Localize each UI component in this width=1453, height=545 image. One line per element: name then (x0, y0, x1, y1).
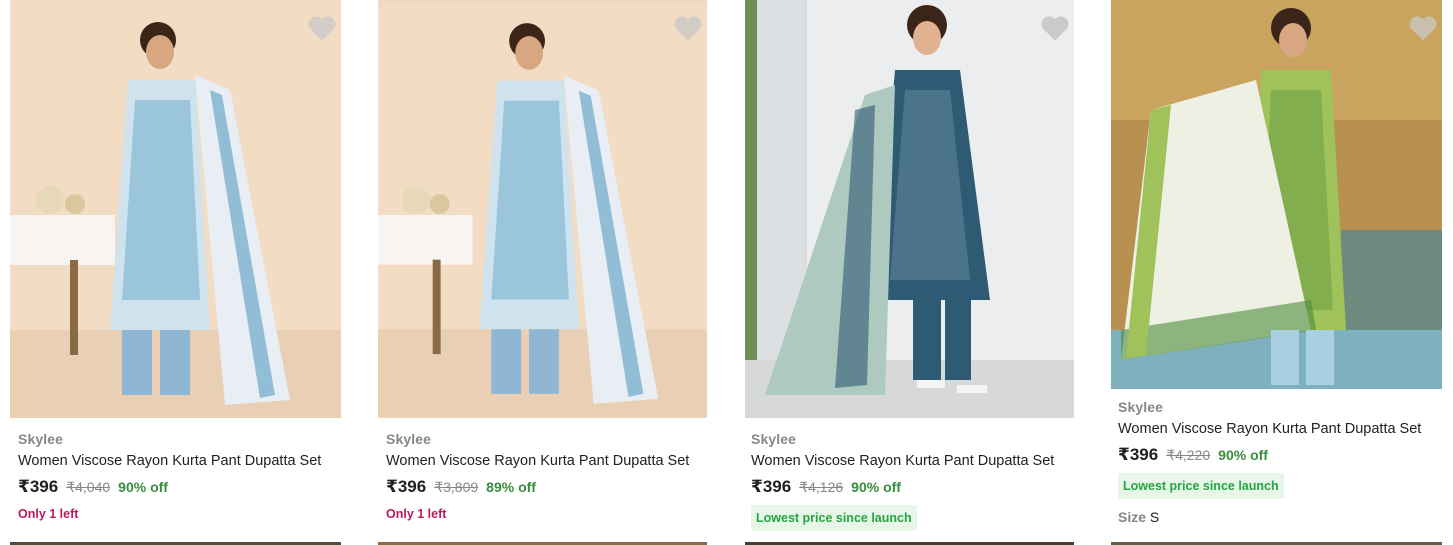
wishlist-button[interactable] (673, 14, 703, 42)
product-image[interactable] (10, 0, 341, 418)
heart-icon (308, 16, 336, 41)
product-title[interactable]: Women Viscose Rayon Kurta Pant Dupatta S… (18, 453, 341, 469)
product-discount: 89% off (486, 479, 536, 495)
product-discount: 90% off (1218, 447, 1268, 463)
product-mrp: ₹3,809 (434, 479, 479, 495)
product-discount: 90% off (118, 479, 168, 495)
product-price: ₹396 (386, 477, 427, 496)
product-photo (378, 1, 707, 417)
product-price: ₹396 (1118, 445, 1159, 464)
product-price: ₹396 (18, 477, 59, 496)
product-brand: Skylee (751, 431, 796, 447)
size-label: Size (1118, 509, 1147, 525)
stock-note: Only 1 left (386, 507, 447, 521)
heart-icon (674, 16, 702, 41)
product-photo (1111, 0, 1442, 389)
product-title[interactable]: Women Viscose Rayon Kurta Pant Dupatta S… (751, 453, 1074, 469)
product-price: ₹396 (751, 477, 792, 496)
wishlist-button[interactable] (1408, 14, 1438, 42)
wishlist-button[interactable] (307, 14, 337, 42)
product-card[interactable]: Skylee Women Viscose Rayon Kurta Pant Du… (745, 0, 1074, 531)
product-photo (745, 0, 1074, 418)
product-photo (10, 0, 341, 418)
product-card[interactable]: Skylee Women Viscose Rayon Kurta Pant Du… (10, 0, 341, 521)
product-image[interactable] (1111, 0, 1442, 389)
heart-icon (1041, 16, 1069, 41)
product-card[interactable]: Skylee Women Viscose Rayon Kurta Pant Du… (378, 0, 707, 521)
heart-icon (1409, 16, 1437, 41)
product-mrp: ₹4,220 (1166, 447, 1211, 463)
lowest-price-badge: Lowest price since launch (1118, 473, 1284, 499)
product-card[interactable]: Skylee Women Viscose Rayon Kurta Pant Du… (1111, 0, 1442, 525)
product-brand: Skylee (1118, 399, 1163, 415)
lowest-price-badge: Lowest price since launch (751, 505, 917, 531)
product-brand: Skylee (386, 431, 431, 447)
product-brand: Skylee (18, 431, 63, 447)
product-mrp: ₹4,126 (799, 479, 844, 495)
stock-note: Only 1 left (18, 507, 79, 521)
product-mrp: ₹4,040 (66, 479, 111, 495)
product-discount: 90% off (851, 479, 901, 495)
size-value: S (1149, 509, 1160, 525)
product-image[interactable] (745, 0, 1074, 418)
product-title[interactable]: Women Viscose Rayon Kurta Pant Dupatta S… (386, 453, 707, 469)
product-title[interactable]: Women Viscose Rayon Kurta Pant Dupatta S… (1118, 421, 1442, 437)
size-info: Size S (1118, 509, 1442, 525)
product-image[interactable] (378, 0, 707, 418)
wishlist-button[interactable] (1040, 14, 1070, 42)
